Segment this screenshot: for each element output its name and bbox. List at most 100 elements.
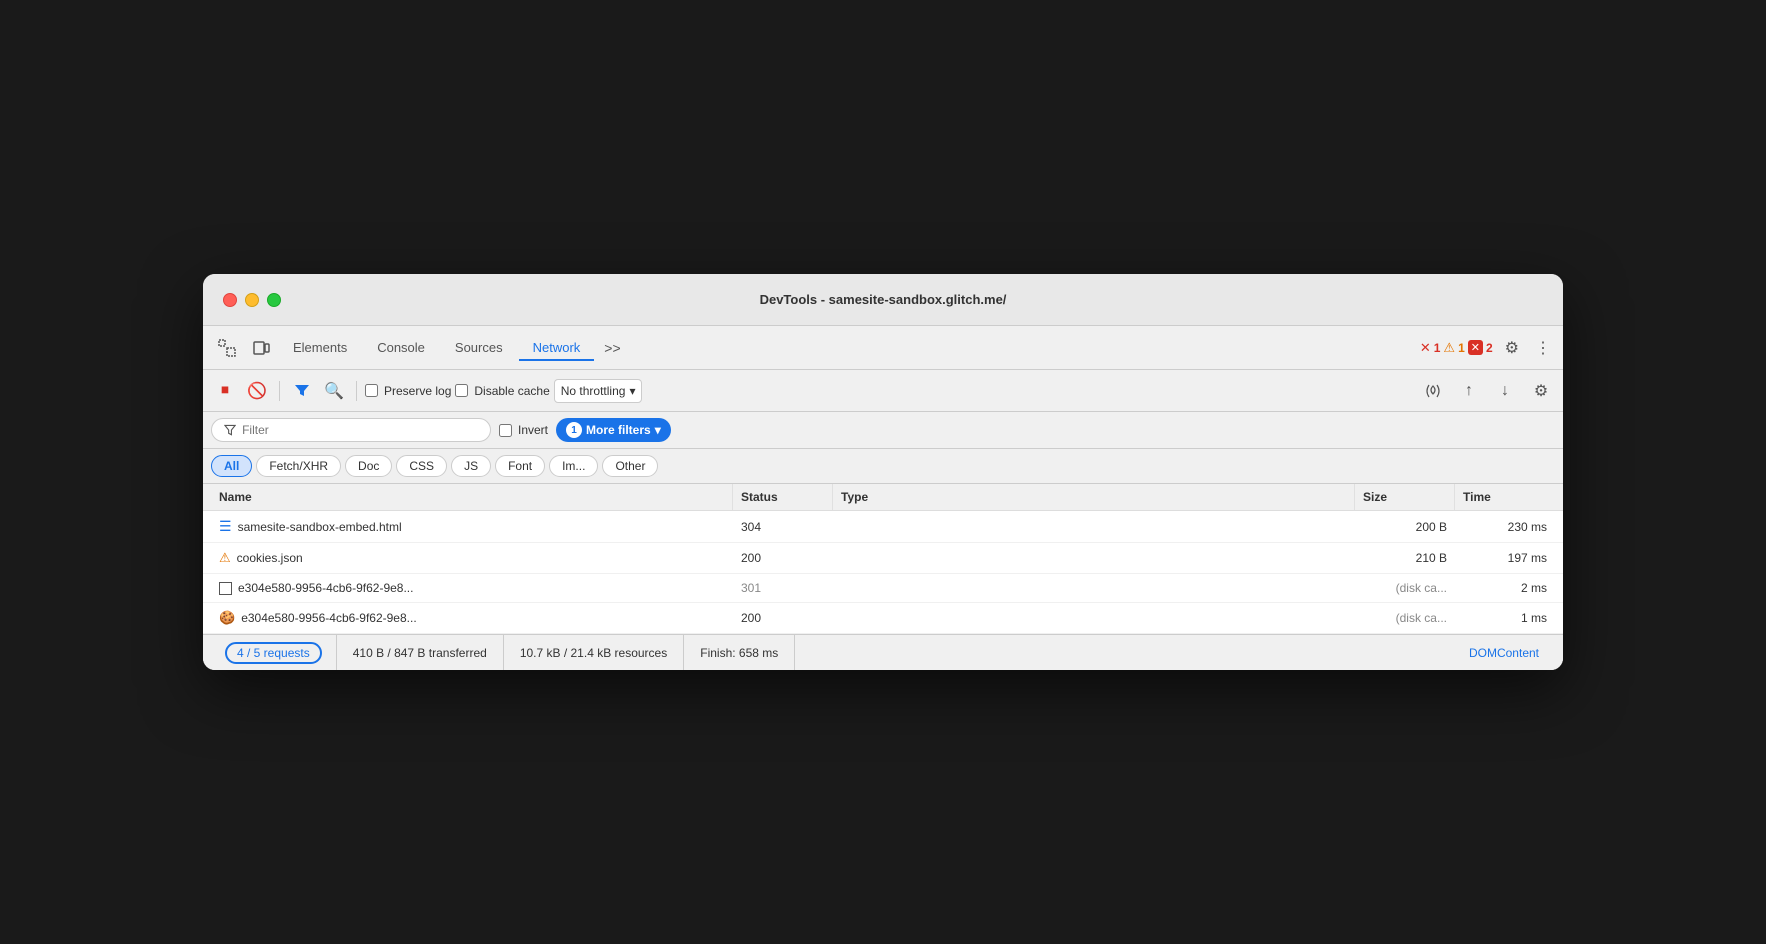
disable-cache-label[interactable]: Disable cache [455,384,549,398]
filter-other[interactable]: Other [602,455,658,477]
table-header: Name Status Type Size Time [203,484,1563,511]
network-conditions-icon[interactable] [1419,377,1447,405]
titlebar: DevTools - samesite-sandbox.glitch.me/ [203,274,1563,326]
warn-triangle-icon: ⚠ [1443,340,1455,356]
more-filters-chevron-icon: ▾ [655,423,661,437]
col-size: Size [1355,484,1455,510]
table-row[interactable]: e304e580-9956-4cb6-9f62-9e8... 301 (disk… [203,574,1563,603]
status-transferred: 410 B / 847 B transferred [337,635,504,670]
tab-bar: Elements Console Sources Network >> ✕ 1 … [203,326,1563,370]
row3-time: 2 ms [1455,574,1555,602]
settings-icon[interactable]: ⚙ [1501,334,1523,362]
filter-funnel-small-icon [224,424,236,437]
status-domcontent: DOMContent [1453,635,1555,670]
more-filters-button[interactable]: 1 More filters ▾ [556,418,671,442]
disable-cache-checkbox[interactable] [455,384,468,397]
device-icon[interactable] [245,332,277,364]
stop-recording-button[interactable]: ⏹ [211,377,239,405]
filter-img[interactable]: Im... [549,455,598,477]
filter-js[interactable]: JS [451,455,491,477]
resource-filters: All Fetch/XHR Doc CSS JS Font Im... Othe… [203,449,1563,484]
info-badge-icon: ✕ [1468,340,1483,355]
requests-count-badge: 4 / 5 requests [227,644,320,662]
preserve-log-checkbox[interactable] [365,384,378,397]
col-time: Time [1455,484,1555,510]
row4-status: 200 [733,603,833,633]
devtools-window: DevTools - samesite-sandbox.glitch.me/ E… [203,274,1563,670]
minimize-button[interactable] [245,293,259,307]
maximize-button[interactable] [267,293,281,307]
row2-status: 200 [733,543,833,573]
domcontent-link[interactable]: DOMContent [1469,646,1539,660]
row3-type [833,574,1355,602]
network-table: Name Status Type Size Time ☰ samesite-sa… [203,484,1563,634]
close-button[interactable] [223,293,237,307]
row4-type [833,603,1355,633]
export-button[interactable]: ↓ [1491,377,1519,405]
preserve-log-label[interactable]: Preserve log [365,384,451,398]
tab-console[interactable]: Console [363,334,439,361]
invert-checkbox[interactable] [499,424,512,437]
col-type: Type [833,484,1355,510]
row1-time: 230 ms [1455,511,1555,542]
devtools-body: Elements Console Sources Network >> ✕ 1 … [203,326,1563,670]
invert-text: Invert [518,423,548,437]
table-row[interactable]: ⚠ cookies.json 200 210 B 197 ms [203,543,1563,574]
table-row[interactable]: ☰ samesite-sandbox-embed.html 304 200 B … [203,511,1563,543]
row2-size: 210 B [1355,543,1455,573]
row1-name: ☰ samesite-sandbox-embed.html [211,511,733,542]
filter-bar: Invert 1 More filters ▾ [203,412,1563,449]
inspect-icon[interactable] [211,332,243,364]
row4-size: (disk ca... [1355,603,1455,633]
row3-name: e304e580-9956-4cb6-9f62-9e8... [211,574,733,602]
throttle-select[interactable]: No throttling ▾ [554,379,643,403]
error-x-icon: ✕ [1420,340,1431,356]
warn-count: 1 [1458,341,1465,355]
row3-size: (disk ca... [1355,574,1455,602]
cookie-icon: 🍪 [219,610,235,626]
row1-status: 304 [733,511,833,542]
tab-sources[interactable]: Sources [441,334,517,361]
search-button[interactable]: 🔍 [320,377,348,405]
disable-cache-text: Disable cache [474,384,549,398]
row2-time: 197 ms [1455,543,1555,573]
filter-font[interactable]: Font [495,455,545,477]
warning-icon: ⚠ [219,550,231,566]
error-count: 1 [1434,341,1441,355]
filter-doc[interactable]: Doc [345,455,392,477]
row1-type [833,511,1355,542]
filter-funnel-button[interactable] [288,377,316,405]
invert-label[interactable]: Invert [499,423,548,437]
row2-name: ⚠ cookies.json [211,543,733,573]
tab-network[interactable]: Network [519,334,595,361]
traffic-lights [223,293,281,307]
filter-input[interactable] [242,423,478,437]
tab-elements[interactable]: Elements [279,334,361,361]
window-title: DevTools - samesite-sandbox.glitch.me/ [760,292,1007,307]
separator-2 [356,381,357,401]
row2-type [833,543,1355,573]
menu-dots-icon[interactable]: ⋮ [1531,334,1555,362]
row1-size: 200 B [1355,511,1455,542]
row4-time: 1 ms [1455,603,1555,633]
throttle-chevron-icon: ▾ [629,384,635,398]
import-button[interactable]: ↑ [1455,377,1483,405]
filter-input-wrap [211,418,491,442]
clear-button[interactable]: 🚫 [243,377,271,405]
error-badge: ✕ 1 ⚠ 1 ✕ 2 [1420,340,1493,356]
col-name: Name [211,484,733,510]
tab-more[interactable]: >> [596,334,628,362]
col-status: Status [733,484,833,510]
throttle-text: No throttling [561,384,626,398]
filter-css[interactable]: CSS [396,455,447,477]
filter-all[interactable]: All [211,455,252,477]
status-resources: 10.7 kB / 21.4 kB resources [504,635,684,670]
filter-fetch[interactable]: Fetch/XHR [256,455,341,477]
status-bar: 4 / 5 requests 410 B / 847 B transferred… [203,634,1563,670]
table-row[interactable]: 🍪 e304e580-9956-4cb6-9f62-9e8... 200 (di… [203,603,1563,634]
toolbar: ⏹ 🚫 🔍 Preserve log Disable cache No thro… [203,370,1563,412]
row3-status: 301 [733,574,833,602]
more-filters-count: 1 [566,422,582,438]
network-settings-icon[interactable]: ⚙ [1527,377,1555,405]
preserve-log-text: Preserve log [384,384,451,398]
